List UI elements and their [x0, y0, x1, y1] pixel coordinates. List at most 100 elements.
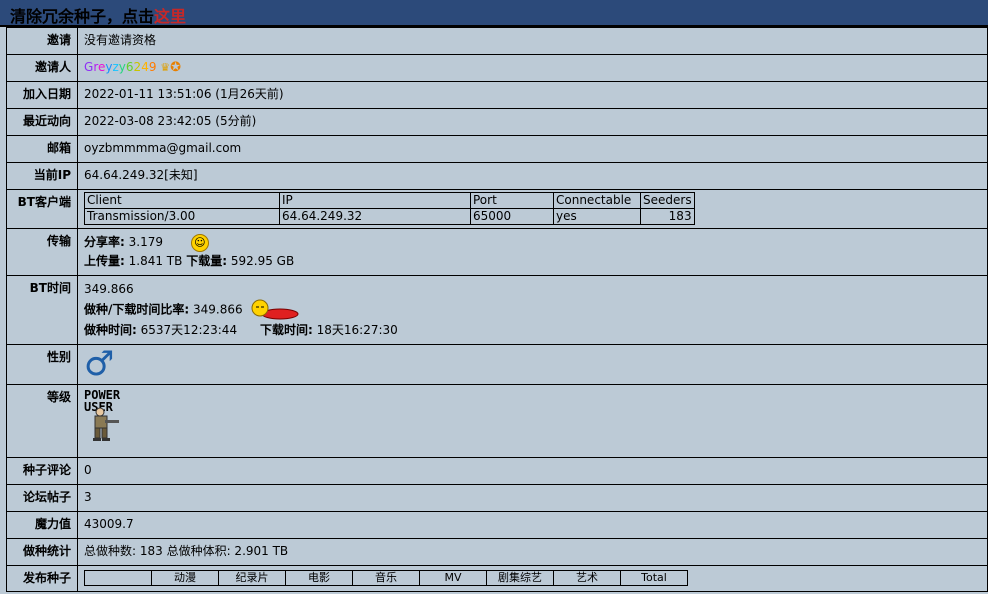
badge-icon: ✪ — [170, 60, 182, 75]
seeding-stats-label: 做种统计 — [6, 538, 78, 566]
magic-value: 43009.7 — [77, 511, 988, 539]
bt-cell-ip: 64.64.249.32 — [279, 208, 471, 225]
published-cell: 动漫 纪录片 电影 音乐 MV 剧集综艺 艺术 Total — [77, 565, 988, 592]
row-last-action: 最近动向 2022-03-08 23:42:05 (5分前) — [6, 108, 988, 136]
crown-icon: ♛ — [160, 61, 171, 74]
invite-value: 没有邀请资格 — [77, 27, 988, 55]
category-header-total: Total — [620, 570, 688, 586]
last-action-label: 最近动向 — [6, 108, 78, 136]
row-published: 发布种子 动漫 纪录片 电影 音乐 MV 剧集综艺 艺术 Total — [6, 565, 988, 592]
upload-value: 1.841 TB — [128, 254, 183, 268]
rank-cell: POWER USER — [77, 384, 988, 458]
bt-client-data-row: Transmission/3.00 64.64.249.32 65000 yes… — [84, 208, 695, 225]
row-bt-time: BT时间 349.866 做种/下载时间比率: 349.866 做种时间: 65… — [6, 275, 988, 345]
inviter-cell: Greyzy6249 ♛✪ — [77, 54, 988, 82]
user-details-table: 邀请 没有邀请资格 邀请人 Greyzy6249 ♛✪ 加入日期 2022-01… — [6, 27, 988, 592]
ip-value: 64.64.249.32[未知] — [77, 162, 988, 190]
posts-value[interactable]: 3 — [77, 484, 988, 512]
bt-client-table: Client IP Port Connectable Seeders Trans… — [84, 192, 695, 225]
join-date-value: 2022-01-11 13:51:06 (1月26天前) — [77, 81, 988, 109]
transfer-label: 传输 — [6, 228, 78, 276]
category-header-row: 动漫 纪录片 电影 音乐 MV 剧集综艺 艺术 Total — [84, 570, 688, 586]
comments-label: 种子评论 — [6, 457, 78, 485]
download-value: 592.95 GB — [230, 254, 295, 268]
row-posts: 论坛帖子 3 — [6, 484, 988, 512]
email-label: 邮箱 — [6, 135, 78, 163]
bt-header-ip: IP — [279, 192, 471, 209]
row-comments: 种子评论 0 — [6, 457, 988, 485]
row-ip: 当前IP 64.64.249.32[未知] — [6, 162, 988, 190]
bt-time-value: 349.866 — [84, 282, 134, 296]
upload-label: 上传量: — [84, 254, 125, 268]
ratio-label: 分享率: — [84, 235, 125, 249]
bt-header-client: Client — [84, 192, 280, 209]
inviter-name-char: 6 — [125, 60, 134, 74]
dl-time-label: 下载时间: — [259, 323, 313, 337]
bt-header-port: Port — [470, 192, 554, 209]
row-bt-client: BT客户端 Client IP Port Connectable Seeders… — [6, 189, 988, 229]
male-symbol-icon: ♂ — [84, 344, 115, 384]
bt-client-header-row: Client IP Port Connectable Seeders — [84, 192, 695, 209]
seed-time-value: 6537天12:23:44 — [140, 323, 238, 337]
cleanup-banner: 清除冗余种子，点击这里 — [0, 0, 988, 27]
download-label: 下载量: — [186, 254, 228, 268]
row-invite: 邀请 没有邀请资格 — [6, 27, 988, 55]
row-gender: 性别 ♂ — [6, 344, 988, 385]
seed-dl-ratio-label: 做种/下载时间比率: — [84, 302, 190, 317]
row-join-date: 加入日期 2022-01-11 13:51:06 (1月26天前) — [6, 81, 988, 109]
bt-header-connectable: Connectable — [553, 192, 641, 209]
published-label: 发布种子 — [6, 565, 78, 592]
ip-label: 当前IP — [6, 162, 78, 190]
inviter-label: 邀请人 — [6, 54, 78, 82]
inviter-name-char: G — [84, 60, 94, 74]
bt-cell-connectable: yes — [553, 208, 641, 225]
gender-cell: ♂ — [77, 344, 988, 385]
soldier-rank-icon — [93, 407, 119, 441]
row-email: 邮箱 oyzbmmmma@gmail.com — [6, 135, 988, 163]
dl-time-value: 18天16:27:30 — [316, 323, 398, 337]
sleeping-smiley-icon — [251, 299, 299, 320]
category-header-series: 剧集综艺 — [486, 570, 554, 586]
bt-time-label: BT时间 — [6, 275, 78, 345]
email-value[interactable]: oyzbmmmma@gmail.com — [77, 135, 988, 163]
rank-title-line2: USER — [84, 400, 113, 414]
bt-cell-client: Transmission/3.00 — [84, 208, 280, 225]
gender-label: 性别 — [6, 344, 78, 385]
category-header-documentary: 纪录片 — [218, 570, 286, 586]
transfer-cell: 分享率: 3.179 ☺ 上传量: 1.841 TB 下载量: 592.95 G… — [77, 228, 988, 276]
row-rank: 等级 POWER USER — [6, 384, 988, 458]
last-action-value: 2022-03-08 23:42:05 (5分前) — [77, 108, 988, 136]
published-category-table: 动漫 纪录片 电影 音乐 MV 剧集综艺 艺术 Total — [84, 570, 688, 586]
row-magic: 魔力值 43009.7 — [6, 511, 988, 539]
bt-cell-seeders: 183 — [640, 208, 695, 225]
bt-header-seeders: Seeders — [640, 192, 695, 209]
bt-time-cell: 349.866 做种/下载时间比率: 349.866 做种时间: 6537天12… — [77, 275, 988, 345]
comments-value[interactable]: 0 — [77, 457, 988, 485]
invite-label: 邀请 — [6, 27, 78, 55]
seed-dl-ratio-value: 349.866 — [193, 302, 243, 317]
seeding-stats-value: 总做种数: 183 总做种体积: 2.901 TB — [77, 538, 988, 566]
inviter-name-char: 9 — [148, 60, 157, 74]
inviter-username-link[interactable]: Greyzy6249 — [84, 60, 156, 74]
category-header-art: 艺术 — [553, 570, 621, 586]
category-header-anime: 动漫 — [151, 570, 219, 586]
category-header-music: 音乐 — [352, 570, 420, 586]
bt-cell-port: 65000 — [470, 208, 554, 225]
posts-label: 论坛帖子 — [6, 484, 78, 512]
row-inviter: 邀请人 Greyzy6249 ♛✪ — [6, 54, 988, 82]
bt-client-cell: Client IP Port Connectable Seeders Trans… — [77, 189, 988, 229]
category-header-blank — [84, 570, 152, 586]
category-header-mv: MV — [419, 570, 487, 586]
smiley-icon: ☺ — [190, 233, 209, 252]
banner-link[interactable]: 这里 — [154, 7, 186, 26]
row-seeding-stats: 做种统计 总做种数: 183 总做种体积: 2.901 TB — [6, 538, 988, 566]
rank-label: 等级 — [6, 384, 78, 458]
ratio-value: 3.179 — [128, 235, 163, 249]
row-transfer: 传输 分享率: 3.179 ☺ 上传量: 1.841 TB 下载量: 592.9… — [6, 228, 988, 276]
seed-time-label: 做种时间: — [84, 323, 137, 337]
inviter-name-char: 4 — [141, 60, 149, 74]
bt-client-label: BT客户端 — [6, 189, 78, 229]
category-header-movie: 电影 — [285, 570, 353, 586]
banner-text: 清除冗余种子，点击 — [10, 7, 155, 26]
join-date-label: 加入日期 — [6, 81, 78, 109]
